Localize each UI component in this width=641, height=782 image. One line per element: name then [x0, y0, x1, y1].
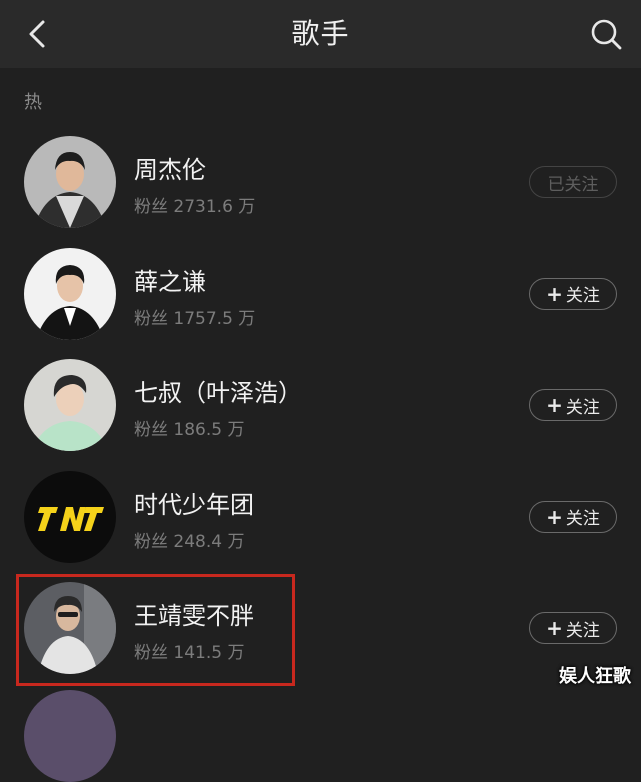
follow-label: 关注 [565, 286, 600, 306]
section-label-hot: 热 [24, 92, 42, 113]
avatar[interactable] [24, 690, 116, 782]
fan-count: 粉丝 141.5 万 [134, 643, 245, 663]
artist-name: 薛之谦 [134, 267, 206, 296]
artist-name: 周杰伦 [134, 156, 206, 184]
followed-button[interactable]: 已关注 [529, 166, 617, 198]
fan-count: 粉丝 186.5 万 [134, 420, 245, 440]
plus-icon: + [546, 281, 563, 306]
artist-name: 王靖雯不胖 [134, 602, 254, 630]
plus-icon: + [546, 616, 563, 640]
artist-list: 周杰伦 粉丝 2731.6 万 已关注 薛之谦 粉丝 1757.5 万 + 关注 [0, 126, 641, 684]
follow-button[interactable]: + 关注 [529, 277, 617, 310]
watermark: 娱人狂歌 [559, 666, 631, 687]
plus-icon: + [546, 393, 563, 417]
artist-row[interactable]: 薛之谦 粉丝 1757.5 万 + 关注 [0, 238, 641, 350]
artist-name: 时代少年团 [134, 490, 254, 519]
artist-row[interactable]: 王靖雯不胖 粉丝 141.5 万 + 关注 [0, 572, 641, 684]
page-title: 歌手 [291, 17, 350, 50]
search-icon [591, 19, 622, 50]
avatar[interactable] [24, 247, 116, 340]
avatar[interactable] [24, 582, 116, 674]
follow-label: 关注 [565, 620, 600, 641]
plus-icon: + [546, 504, 563, 529]
follow-button[interactable]: + 关注 [529, 500, 617, 533]
follow-button[interactable]: + 关注 [529, 389, 617, 421]
follow-label: 已关注 [547, 174, 599, 195]
artist-row[interactable]: 周杰伦 粉丝 2731.6 万 已关注 [0, 126, 641, 238]
fan-count: 粉丝 1757.5 万 [134, 308, 256, 329]
avatar[interactable] [24, 136, 116, 228]
artist-row[interactable]: 时代少年团 粉丝 248.4 万 + 关注 [0, 461, 641, 573]
top-bar: 歌手 [0, 0, 641, 68]
follow-label: 关注 [565, 397, 600, 418]
avatar[interactable] [24, 470, 116, 563]
fan-count: 粉丝 248.4 万 [134, 531, 245, 552]
artist-row[interactable]: 七叔（叶泽浩） 粉丝 186.5 万 + 关注 [0, 349, 641, 461]
fan-count: 粉丝 2731.6 万 [134, 197, 256, 217]
follow-button[interactable]: + 关注 [529, 612, 617, 644]
follow-label: 关注 [565, 509, 600, 529]
search-button[interactable] [589, 17, 623, 51]
avatar[interactable] [24, 359, 116, 451]
artist-name: 七叔（叶泽浩） [134, 379, 302, 407]
